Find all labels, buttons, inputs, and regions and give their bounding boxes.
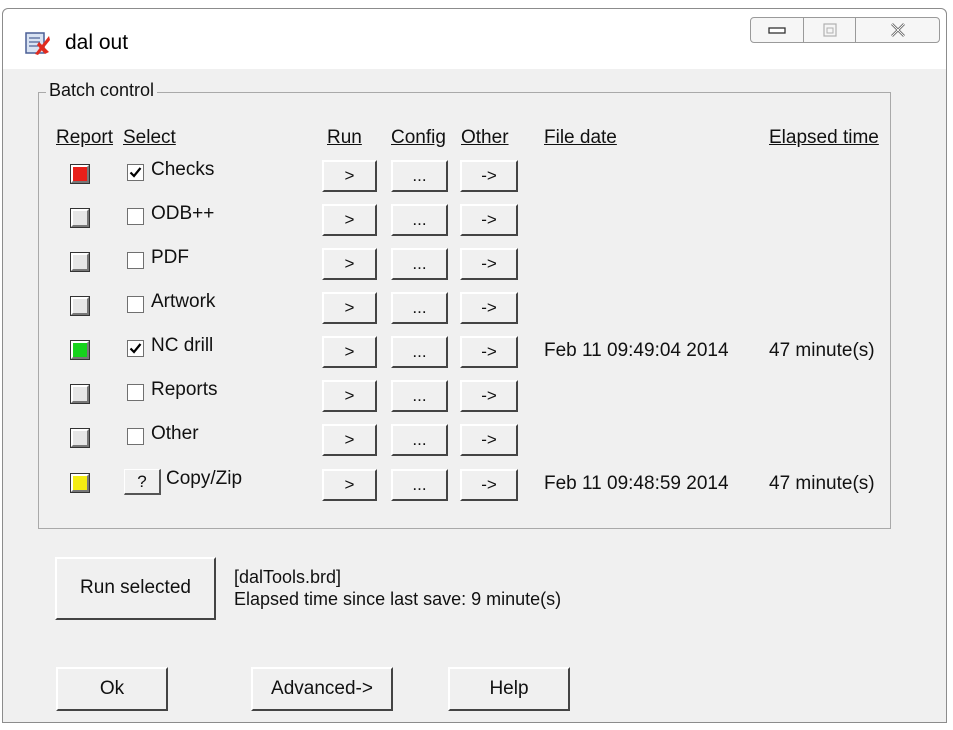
config-button[interactable]: ... <box>391 380 448 412</box>
report-status-indicator <box>71 297 89 315</box>
minimize-icon <box>768 27 786 34</box>
report-status-indicator <box>71 474 89 492</box>
other-button[interactable]: -> <box>460 204 518 236</box>
elapsed-time-value: 47 minute(s) <box>769 473 875 494</box>
batch-row: NC drill >... -> Feb 11 09:49:04 2014 47 min… <box>0 333 953 373</box>
checkmark-icon <box>129 167 142 178</box>
option-label: Checks <box>151 159 215 180</box>
maximize-button[interactable] <box>804 18 857 42</box>
elapsed-time-value: 47 minute(s) <box>769 340 875 361</box>
run-button[interactable]: > <box>322 204 377 236</box>
other-button[interactable]: -> <box>460 380 518 412</box>
select-checkbox[interactable] <box>127 384 144 401</box>
run-button[interactable]: > <box>322 424 377 456</box>
batch-row: ? Copy/Zip >... -> Feb 11 09:48:59 2014 47 mi… <box>0 466 953 506</box>
option-label: Reports <box>151 379 218 400</box>
report-status-indicator <box>71 253 89 271</box>
report-status-indicator <box>71 429 89 447</box>
header-elapsed-time: Elapsed time <box>769 127 879 148</box>
batch-row: ODB++ >... -> <box>0 201 953 241</box>
report-status-indicator <box>71 341 89 359</box>
config-button[interactable]: ... <box>391 160 448 192</box>
header-config: Config <box>391 127 446 148</box>
select-checkbox[interactable] <box>127 208 144 225</box>
run-selected-button[interactable]: Run selected <box>55 557 216 620</box>
option-label: Artwork <box>151 291 216 312</box>
run-button[interactable]: > <box>322 336 377 368</box>
window-title: dal out <box>65 31 129 54</box>
other-button[interactable]: -> <box>460 292 518 324</box>
option-label: PDF <box>151 247 189 268</box>
other-button[interactable]: -> <box>460 248 518 280</box>
option-label: NC drill <box>151 335 214 356</box>
run-button[interactable]: > <box>322 380 377 412</box>
config-button[interactable]: ... <box>391 424 448 456</box>
header-select: Select <box>123 127 176 148</box>
window-controls <box>750 17 940 43</box>
title-bar[interactable]: dal out <box>3 9 946 69</box>
select-checkbox[interactable] <box>127 252 144 269</box>
ok-button[interactable]: Ok <box>56 667 168 711</box>
option-label: Copy/Zip <box>166 468 243 489</box>
report-status-indicator <box>71 209 89 227</box>
config-button[interactable]: ... <box>391 469 448 501</box>
select-checkbox[interactable] <box>127 296 144 313</box>
report-status-indicator <box>71 385 89 403</box>
other-button[interactable]: -> <box>460 336 518 368</box>
other-button[interactable]: -> <box>460 160 518 192</box>
elapsed-since-save-text: Elapsed time since last save: 9 minute(s… <box>234 589 562 609</box>
config-button[interactable]: ... <box>391 204 448 236</box>
header-file-date: File date <box>544 127 617 148</box>
batch-row: Checks >... -> <box>0 157 953 197</box>
file-name-text: [dalTools.brd] <box>234 567 342 587</box>
file-date-value: Feb 11 09:48:59 2014 <box>544 473 729 494</box>
batch-control-label: Batch control <box>46 80 158 101</box>
batch-row: Artwork >... -> <box>0 289 953 329</box>
close-button[interactable] <box>856 18 939 42</box>
run-button[interactable]: > <box>322 292 377 324</box>
header-report: Report <box>56 127 114 148</box>
config-button[interactable]: ... <box>391 248 448 280</box>
batch-row: PDF >... -> <box>0 245 953 285</box>
other-button[interactable]: -> <box>460 424 518 456</box>
run-button[interactable]: > <box>322 248 377 280</box>
app-icon <box>25 32 50 55</box>
report-status-indicator <box>71 165 89 183</box>
file-date-value: Feb 11 09:49:04 2014 <box>544 340 729 361</box>
minimize-button[interactable] <box>751 18 804 42</box>
header-run: Run <box>327 127 362 148</box>
advanced-button[interactable]: Advanced-> <box>251 667 393 711</box>
run-button[interactable]: > <box>322 469 377 501</box>
select-checkbox[interactable] <box>127 340 144 357</box>
config-button[interactable]: ... <box>391 292 448 324</box>
copy-zip-question-button[interactable]: ? <box>124 469 161 495</box>
help-button[interactable]: Help <box>448 667 570 711</box>
batch-row: Reports >... -> <box>0 377 953 417</box>
select-checkbox[interactable] <box>127 164 144 181</box>
maximize-icon <box>822 23 837 37</box>
config-button[interactable]: ... <box>391 336 448 368</box>
close-icon <box>890 23 905 37</box>
option-label: Other <box>151 423 199 444</box>
checkmark-icon <box>129 343 142 354</box>
run-button[interactable]: > <box>322 160 377 192</box>
select-checkbox[interactable] <box>127 428 144 445</box>
other-button[interactable]: -> <box>460 469 518 501</box>
batch-row: Other >... -> <box>0 421 953 461</box>
header-other: Other <box>461 127 509 148</box>
option-label: ODB++ <box>151 203 215 224</box>
